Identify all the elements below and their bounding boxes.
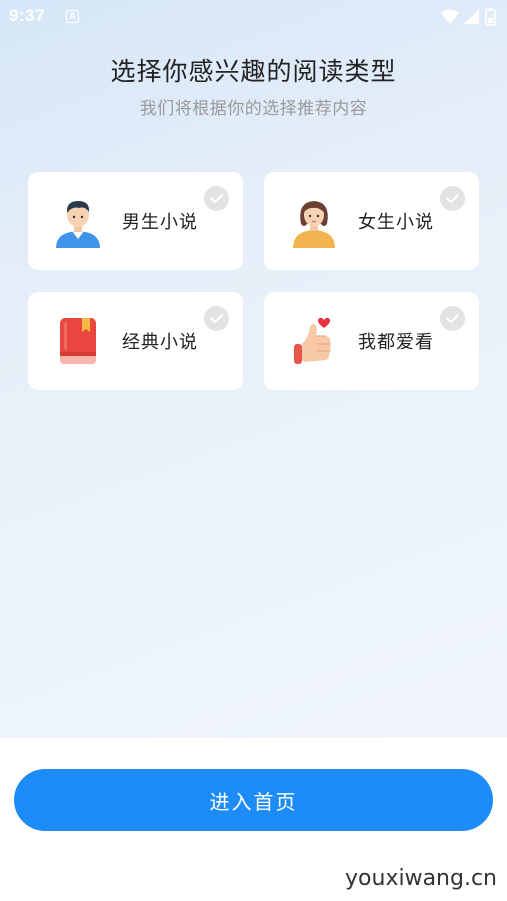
category-card-all[interactable]: 我都爱看 xyxy=(264,292,479,390)
red-book-icon xyxy=(52,314,104,368)
signal-icon xyxy=(464,9,479,24)
girl-avatar-icon xyxy=(288,194,340,248)
check-icon[interactable] xyxy=(204,306,229,331)
status-bar: 9:37 A xyxy=(0,0,507,34)
category-card-female[interactable]: 女生小说 xyxy=(264,172,479,270)
thumbs-up-heart-icon xyxy=(288,314,340,368)
notification-icon: A xyxy=(66,10,79,23)
watermark: youxiwang.cn xyxy=(345,866,497,891)
page-title: 选择你感兴趣的阅读类型 xyxy=(110,57,397,86)
category-card-male[interactable]: 男生小说 xyxy=(28,172,243,270)
page-subtitle: 我们将根据你的选择推荐内容 xyxy=(139,99,368,119)
category-label: 我都爱看 xyxy=(358,332,434,353)
category-card-classic[interactable]: 经典小说 xyxy=(28,292,243,390)
check-icon[interactable] xyxy=(440,306,465,331)
category-label: 经典小说 xyxy=(122,332,198,353)
wifi-icon xyxy=(441,9,459,24)
category-label: 男生小说 xyxy=(122,212,198,233)
status-time: 9:37 xyxy=(9,6,46,25)
check-icon[interactable] xyxy=(440,186,465,211)
status-indicators xyxy=(439,7,499,27)
boy-avatar-icon xyxy=(52,194,104,248)
check-icon[interactable] xyxy=(204,186,229,211)
enter-home-button[interactable]: 进入首页 xyxy=(14,769,493,831)
category-label: 女生小说 xyxy=(358,212,434,233)
battery-icon xyxy=(485,8,496,26)
